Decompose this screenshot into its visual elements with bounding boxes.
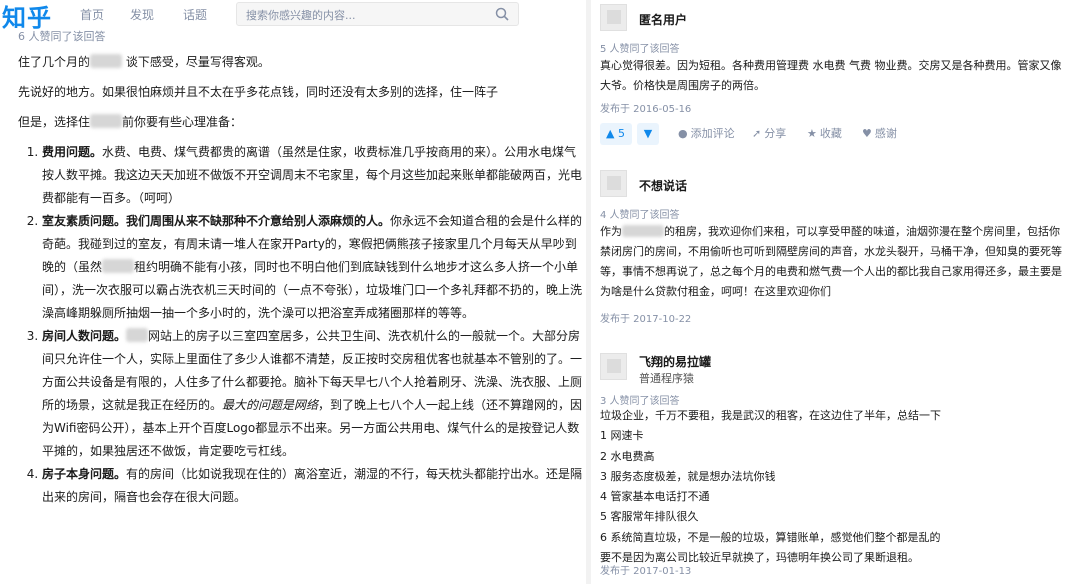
- answer-body: 6 人赞同了该回答 住了几个月的 谈下感受，尽量写得客观。 先说好的地方。如果很…: [18, 30, 584, 509]
- avatar[interactable]: [600, 4, 627, 31]
- text: 住了几个月的: [18, 55, 91, 69]
- favorite-button[interactable]: ★ 收藏: [807, 126, 842, 142]
- vote-count: 6 人赞同了该回答: [18, 30, 106, 43]
- text-line: 1 网速卡: [600, 429, 644, 443]
- author-bio: 普通程序猿: [639, 372, 694, 385]
- share-icon: ➚: [752, 127, 762, 140]
- text-line: 垃圾企业，千万不要租，我是武汉的租客，在这边住了半年，总结一下: [600, 409, 941, 422]
- answer-card: 不想说话 4 人赞同了该回答 作为 的租房，我欢迎你们来租，可以享受甲醛的味道，油…: [600, 170, 1070, 330]
- top-navbar: 知乎 首页 发现 话题 搜索你感兴趣的内容...: [0, 0, 586, 33]
- answer-content: 作为 的租房，我欢迎你们来租，可以享受甲醛的味道，油烟弥漫在整个房间里，包括你禁闭…: [600, 222, 1066, 302]
- issue-list: 费用问题。水费、电费、煤气费都贵的离谱（虽然是住家，收费标准几乎按商用的来）。公…: [18, 141, 584, 509]
- thanks-label: 感谢: [874, 127, 897, 140]
- text: 前你要有些心理准备：: [122, 115, 243, 129]
- paragraph: 但是，选择住 前你要有些心理准备：: [18, 111, 584, 134]
- heart-icon: ♥: [862, 127, 872, 140]
- item-heading: 费用问题。: [42, 145, 103, 159]
- author-name[interactable]: 不想说话: [639, 177, 687, 194]
- search-placeholder: 搜索你感兴趣的内容...: [246, 9, 356, 22]
- answer-content: 垃圾企业，千万不要租，我是武汉的租客，在这边住了半年，总结一下 1 网速卡 2 …: [600, 406, 1066, 568]
- redacted-text: [102, 259, 135, 273]
- comment-icon: ●: [678, 127, 688, 140]
- text-line: 3 服务态度极差，就是想办法坑你钱: [600, 469, 776, 483]
- thanks-button[interactable]: ♥ 感谢: [862, 126, 897, 142]
- answer-content: 真心觉得很差。因为短租。各种费用管理费 水电费 气费 物业费。交房又是各种费用。…: [600, 59, 1062, 92]
- share-label: 分享: [764, 127, 787, 140]
- item-heading: 房子本身问题。: [42, 467, 127, 481]
- redacted-text: [126, 328, 149, 342]
- publish-date[interactable]: 发布于 2017-01-13: [600, 562, 691, 577]
- comment-button[interactable]: ● 添加评论: [678, 126, 735, 142]
- list-item: 费用问题。水费、电费、煤气费都贵的离谱（虽然是住家，收费标准几乎按商用的来）。公…: [42, 141, 584, 210]
- left-panel: 知乎 首页 发现 话题 搜索你感兴趣的内容... 6 人赞同了该回答 住了几个月…: [0, 0, 586, 584]
- right-panel: 匿名用户 5 人赞同了该回答 真心觉得很差。因为短租。各种费用管理费 水电费 气…: [591, 0, 1078, 584]
- list-item: 房间人数问题。网站上的房子以三室四室居多，公共卫生间、洗衣机什么的一般就一个。大…: [42, 325, 584, 463]
- text: 作为: [600, 225, 622, 238]
- redacted-text: [622, 225, 664, 237]
- action-bar: ▲ 5 ▼ ● 添加评论 ➚ 分享 ★ 收藏 ♥ 感谢: [600, 123, 1070, 145]
- redacted-text: [90, 54, 123, 68]
- text: 但是，选择住: [18, 115, 91, 129]
- redacted-text: [90, 114, 123, 128]
- nav-home[interactable]: 首页: [80, 6, 104, 23]
- paragraph: 先说好的地方。如果很怕麻烦并且不太在乎多花点钱，同时还没有太多别的选择，住一阵子: [18, 81, 584, 104]
- item-heading: 房间人数问题。: [42, 329, 127, 343]
- vote-count: 3 人赞同了该回答: [600, 396, 680, 407]
- text: 谈下感受，尽量写得客观。: [122, 55, 270, 69]
- text-line: 4 管家基本电话打不通: [600, 490, 710, 504]
- search-icon[interactable]: [495, 7, 509, 21]
- text-line: 2 水电费高: [600, 449, 655, 463]
- text: 先说好的地方。如果很怕麻烦并且不太在乎多花点钱，同时还没有太多别的选择，住一阵子: [18, 85, 499, 99]
- publish-date[interactable]: 发布于 2016-05-16: [600, 100, 691, 115]
- publish-date[interactable]: 发布于 2017-10-22: [600, 310, 691, 325]
- nav-discover[interactable]: 发现: [130, 6, 154, 23]
- vote-count: 5 人赞同了该回答: [600, 44, 680, 55]
- list-item: 室友素质问题。我们周围从来不缺那种不介意给别人添麻烦的人。你永远不会知道合租的会…: [42, 210, 584, 325]
- comment-label: 添加评论: [690, 127, 735, 140]
- text: 的租房，我欢迎你们来租，可以享受甲醛的味道，油烟弥漫在整个房间里，包括你禁闭房门…: [600, 225, 1062, 298]
- list-item: 房子本身问题。有的房间（比如说我现在住的）离浴室近，潮湿的不行，每天枕头都能拧出…: [42, 463, 584, 509]
- answer-card: 匿名用户 5 人赞同了该回答 真心觉得很差。因为短租。各种费用管理费 水电费 气…: [600, 4, 1070, 150]
- author-name[interactable]: 匿名用户: [639, 11, 687, 28]
- avatar[interactable]: [600, 353, 627, 380]
- share-button[interactable]: ➚ 分享: [752, 126, 786, 142]
- text-line: 5 客服常年排队很久: [600, 510, 699, 524]
- item-heading: 室友素质问题。我们周围从来不缺那种不介意给别人添麻烦的人。: [42, 214, 391, 228]
- text: 水费、电费、煤气费都贵的离谱（虽然是住家，收费标准几乎按商用的来）。公用水电煤气…: [42, 145, 583, 205]
- paragraph: 住了几个月的 谈下感受，尽量写得客观。: [18, 51, 584, 74]
- avatar[interactable]: [600, 170, 627, 197]
- vote-count: 4 人赞同了该回答: [600, 210, 680, 221]
- star-icon: ★: [807, 127, 817, 140]
- emphasis: 最大的问题是网络: [222, 398, 319, 412]
- author-name[interactable]: 飞翔的易拉罐: [639, 353, 711, 370]
- downvote-button[interactable]: ▼: [637, 123, 659, 145]
- upvote-button[interactable]: ▲ 5: [600, 123, 632, 145]
- nav-topics[interactable]: 话题: [183, 6, 207, 23]
- favorite-label: 收藏: [819, 127, 842, 140]
- text-line: 6 系统简直垃圾，不是一般的垃圾，算错账单，感觉他们整个都是乱的: [600, 530, 941, 544]
- zhihu-logo[interactable]: 知乎: [2, 0, 52, 33]
- answer-card: 飞翔的易拉罐 普通程序猿 3 人赞同了该回答 垃圾企业，千万不要租，我是武汉的租…: [600, 350, 1070, 584]
- search-input[interactable]: 搜索你感兴趣的内容...: [236, 2, 519, 26]
